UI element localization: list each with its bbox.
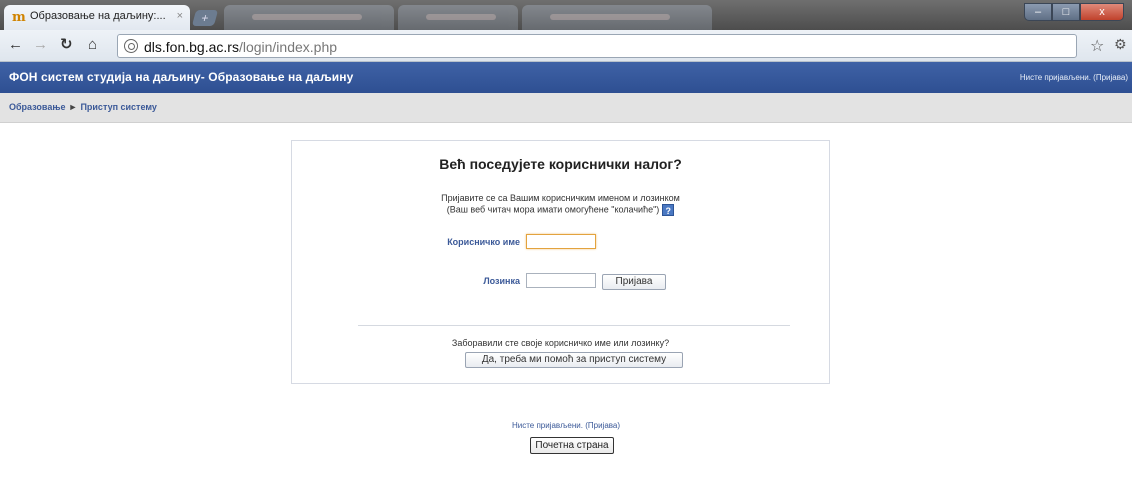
tab-close-icon[interactable]: × <box>177 10 183 22</box>
tab-background-3[interactable] <box>522 5 712 30</box>
reload-icon[interactable]: ↻ <box>60 37 73 53</box>
forward-arrow-icon[interactable]: → <box>33 37 48 53</box>
wrench-icon[interactable]: ⚙ <box>1114 36 1127 53</box>
home-icon[interactable]: ⌂ <box>88 37 97 53</box>
login-description: Пријавите се са Вашим корисничким именом… <box>292 193 829 216</box>
browser-toolbar: ← → ↻ ⌂ dls.fon.bg.ac.rs/login/index.php… <box>0 30 1132 62</box>
url-host: dls.fon.bg.ac.rs <box>144 39 239 55</box>
tab-active[interactable]: m Образовање на даљину:... × <box>4 5 190 30</box>
close-window-button[interactable]: x <box>1080 3 1124 21</box>
login-desc-line2: (Ваш веб читач мора имати омогућене "кол… <box>446 204 660 215</box>
login-info-link[interactable]: Нисте пријављени. (Пријава) <box>1020 73 1128 82</box>
site-title: ФОН систем студија на даљину- Образовање… <box>9 70 354 84</box>
login-box: Већ поседујете кориснички налог? Пријави… <box>291 140 830 384</box>
password-label: Лозинка <box>483 276 520 286</box>
new-tab-button[interactable]: + <box>191 10 219 26</box>
breadcrumb: Образовање ► Приступ систему <box>9 102 157 112</box>
window-controls: – □ x <box>1024 3 1124 21</box>
help-icon[interactable]: ? <box>662 204 675 216</box>
browser-tab-strip: m Образовање на даљину:... × + – □ x <box>0 0 1132 30</box>
back-arrow-icon[interactable]: ← <box>8 37 23 53</box>
minimize-button[interactable]: – <box>1024 3 1052 21</box>
tab-background-1[interactable] <box>224 5 394 30</box>
footer-login-info[interactable]: Нисте пријављени. (Пријава) <box>0 421 1132 430</box>
breadcrumb-home-link[interactable]: Образовање <box>9 102 66 112</box>
password-input[interactable] <box>526 273 596 288</box>
login-heading: Већ поседујете кориснички налог? <box>439 156 682 172</box>
breadcrumb-current: Приступ систему <box>80 102 157 112</box>
username-label: Корисничко име <box>447 237 520 247</box>
username-input[interactable] <box>526 234 596 249</box>
address-bar[interactable]: dls.fon.bg.ac.rs/login/index.php <box>117 34 1077 58</box>
home-page-button[interactable]: Почетна страна <box>530 437 614 454</box>
site-header: ФОН систем студија на даљину- Образовање… <box>0 62 1132 93</box>
url-path: /login/index.php <box>238 39 338 55</box>
maximize-button[interactable]: □ <box>1052 3 1080 21</box>
divider <box>358 325 790 326</box>
bookmark-star-icon[interactable]: ☆ <box>1090 36 1104 56</box>
login-desc-line1: Пријавите се са Вашим корисничким именом… <box>441 193 680 203</box>
page-info-icon[interactable] <box>124 39 138 53</box>
moodle-favicon-icon: m <box>12 10 26 25</box>
forgot-text: Заборавили сте своје корисничко име или … <box>451 338 670 348</box>
login-button[interactable]: Пријава <box>602 274 666 290</box>
breadcrumb-separator: ► <box>68 102 78 112</box>
tab-background-2[interactable] <box>398 5 518 30</box>
url-text: dls.fon.bg.ac.rs/login/index.php <box>144 39 337 55</box>
forgot-password-button[interactable]: Да, треба ми помоћ за приступ систему <box>465 352 683 368</box>
tab-title: Образовање на даљину:... <box>30 10 166 22</box>
navbar: Образовање ► Приступ систему <box>0 93 1132 123</box>
